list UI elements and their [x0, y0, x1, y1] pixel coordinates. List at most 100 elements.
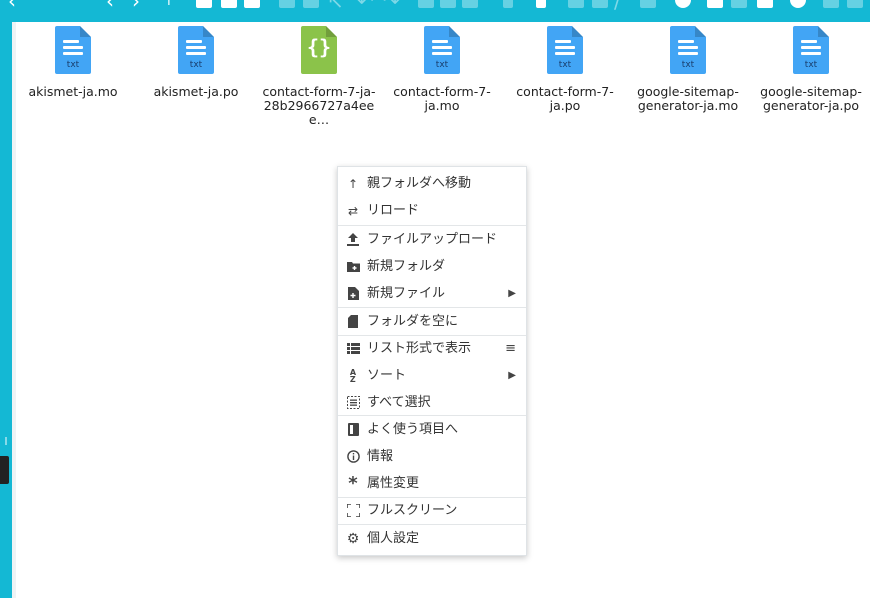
menu-item-label: フォルダを空に	[367, 313, 459, 329]
menu-item-list-view[interactable]: リスト形式で表示 ≡	[338, 335, 526, 362]
file-item[interactable]: txt akismet-ja.po	[137, 26, 255, 99]
up-icon[interactable]: ↑	[163, 0, 175, 11]
menu-item-change-attributes[interactable]: * 属性変更	[338, 470, 526, 497]
archive-icon[interactable]	[640, 0, 656, 8]
file-ext: txt	[435, 60, 449, 70]
folder-add-icon	[346, 260, 360, 274]
asterisk-icon: *	[348, 473, 358, 494]
info-icon[interactable]	[675, 0, 691, 8]
menu-item-sort[interactable]: AZ ソート ▶	[338, 362, 526, 389]
file-ext: txt	[189, 60, 203, 70]
file-name: google-sitemap-generator-ja.po	[760, 84, 862, 113]
menu-item-fullscreen[interactable]: フルスクリーン	[338, 497, 526, 524]
paste-icon[interactable]	[462, 0, 478, 8]
json-file-icon: {}	[301, 26, 337, 74]
menu-item-preferences[interactable]: ⚙ 個人設定	[338, 525, 526, 552]
submenu-arrow-icon: ▶	[508, 287, 516, 299]
text-file-icon: txt	[547, 26, 583, 74]
help-icon[interactable]	[790, 0, 806, 8]
file-item[interactable]: txt google-sitemap-generator-ja.mo	[629, 26, 747, 113]
empty-folder-icon	[346, 315, 360, 329]
file-ext: txt	[66, 60, 80, 70]
download-icon[interactable]	[279, 0, 295, 8]
back-icon[interactable]: ‹	[8, 0, 16, 11]
gear-icon: ⚙	[346, 530, 360, 547]
text-file-icon: txt	[424, 26, 460, 74]
file-item[interactable]: txt google-sitemap-generator-ja.po	[752, 26, 870, 113]
menu-item-label: ファイルアップロード	[367, 231, 498, 247]
navbar-panel	[0, 22, 12, 598]
view-icon[interactable]	[757, 0, 773, 8]
menu-item-reload[interactable]: ⇄ リロード	[338, 197, 526, 224]
file-name: contact-form-7-ja.mo	[393, 84, 491, 113]
fullscreen-icon[interactable]	[731, 0, 747, 8]
settings-icon[interactable]	[823, 0, 839, 8]
undo-icon[interactable]: ↶	[357, 0, 374, 11]
menu-item-parent-folder[interactable]: ↑ 親フォルダへ移動	[338, 170, 526, 197]
bookmark-icon	[346, 423, 360, 437]
duplicate-icon[interactable]	[568, 0, 584, 8]
menu-item-label: よく使う項目へ	[367, 421, 459, 437]
file-item[interactable]: {} contact-form-7-ja-28b2966727a4eee…	[260, 26, 378, 127]
settings-icon[interactable]	[847, 0, 863, 8]
file-ext: txt	[804, 60, 818, 70]
file-item[interactable]: txt contact-form-7-ja.po	[506, 26, 624, 113]
menu-item-label: フルスクリーン	[367, 502, 458, 518]
resize-handle-icon[interactable]: ‖	[3, 437, 9, 450]
file-item[interactable]: txt contact-form-7-ja.mo	[383, 26, 501, 113]
text-file-icon: txt	[793, 26, 829, 74]
text-file-icon: txt	[55, 26, 91, 74]
edit-icon[interactable]: /	[614, 0, 621, 11]
file-name: google-sitemap-generator-ja.mo	[637, 84, 739, 113]
cut-icon[interactable]	[440, 0, 456, 8]
new-file-icon[interactable]	[221, 0, 237, 8]
menu-item-select-all[interactable]: すべて選択	[338, 389, 526, 416]
menu-item-empty-folder[interactable]: フォルダを空に	[338, 308, 526, 335]
menu-item-label: リロード	[367, 202, 420, 218]
select-all-icon[interactable]	[707, 0, 723, 8]
upload-icon[interactable]	[244, 0, 260, 8]
redo-icon[interactable]: ↷	[383, 0, 400, 11]
copy-icon[interactable]	[418, 0, 434, 8]
sort-az-icon: AZ	[349, 367, 357, 384]
menu-icon: ≡	[505, 340, 516, 356]
menu-item-favorites[interactable]: よく使う項目へ	[338, 416, 526, 443]
text-file-icon: txt	[670, 26, 706, 74]
navbar-edge	[12, 22, 16, 598]
rename-icon[interactable]	[303, 0, 319, 8]
file-ext: {}	[306, 35, 332, 59]
file-name: akismet-ja.po	[153, 84, 239, 99]
context-menu: ↑ 親フォルダへ移動 ⇄ リロード ファイルアップロード 新規フォルダ 新規ファ…	[337, 166, 527, 556]
resize-icon[interactable]	[592, 0, 608, 8]
file-name: contact-form-7-ja-28b2966727a4eee…	[262, 84, 376, 127]
collapse-tab[interactable]	[0, 456, 9, 484]
list-view-icon	[346, 342, 360, 356]
back-icon[interactable]: ‹	[106, 0, 114, 11]
submenu-arrow-icon: ▶	[508, 369, 516, 381]
menu-item-label: 個人設定	[367, 530, 420, 546]
menu-item-label: 新規ファイル	[367, 285, 446, 301]
info-icon	[346, 450, 360, 464]
toolbar: ‹ ‹ › ↑ ↖ ↶ ↷ /	[0, 0, 870, 22]
edit-icon[interactable]: ↖	[327, 0, 344, 11]
new-folder-icon[interactable]	[196, 0, 212, 8]
fullscreen-icon	[346, 504, 360, 518]
menu-item-label: 情報	[367, 448, 394, 464]
menu-item-new-file[interactable]: 新規ファイル ▶	[338, 280, 526, 307]
file-name: akismet-ja.mo	[28, 84, 118, 99]
menu-item-new-folder[interactable]: 新規フォルダ	[338, 253, 526, 280]
file-name: contact-form-7-ja.po	[516, 84, 614, 113]
menu-item-label: ソート	[367, 367, 407, 383]
file-item[interactable]: txt akismet-ja.mo	[14, 26, 132, 99]
menu-item-label: 親フォルダへ移動	[367, 175, 472, 191]
menu-item-info[interactable]: 情報	[338, 443, 526, 470]
menu-item-upload[interactable]: ファイルアップロード	[338, 226, 526, 253]
text-file-icon: txt	[178, 26, 214, 74]
forward-icon[interactable]: ›	[132, 0, 140, 11]
empty-icon[interactable]	[536, 0, 546, 8]
delete-icon[interactable]	[503, 0, 513, 8]
menu-item-label: 属性変更	[367, 475, 420, 491]
arrow-up-icon: ↑	[347, 176, 359, 191]
file-add-icon	[346, 287, 360, 301]
file-ext: txt	[558, 60, 572, 70]
